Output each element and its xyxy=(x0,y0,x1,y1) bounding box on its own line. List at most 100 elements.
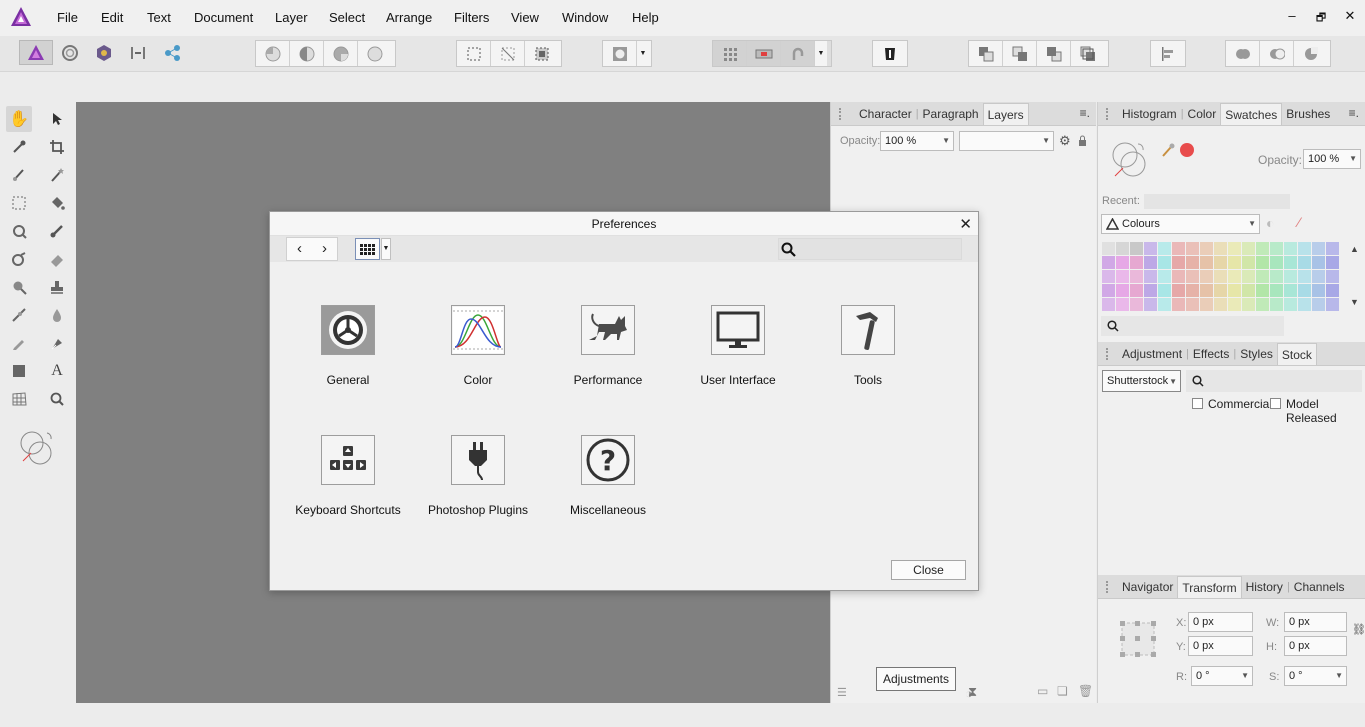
swatch[interactable] xyxy=(1242,298,1255,311)
move-to-back-button[interactable] xyxy=(969,41,1003,66)
eyedropper-icon[interactable] xyxy=(1160,142,1176,158)
swatch[interactable] xyxy=(1270,242,1283,255)
swatch[interactable] xyxy=(1312,284,1325,297)
swatch[interactable] xyxy=(1186,270,1199,283)
panel-grip[interactable] xyxy=(1106,348,1112,360)
grid-view-dropdown[interactable]: ▼ xyxy=(381,238,391,260)
swatch[interactable] xyxy=(1158,298,1171,311)
swatch[interactable] xyxy=(1270,256,1283,269)
swatch[interactable] xyxy=(1130,242,1143,255)
develop-persona-button[interactable] xyxy=(87,40,121,65)
swatch[interactable] xyxy=(1298,242,1311,255)
pref-color[interactable]: Color xyxy=(418,305,538,387)
menu-document[interactable]: Document xyxy=(194,10,253,25)
swatch[interactable] xyxy=(1298,298,1311,311)
swatch[interactable] xyxy=(1186,242,1199,255)
swatch[interactable] xyxy=(1144,284,1157,297)
swatch[interactable] xyxy=(1144,298,1157,311)
zoom-tool[interactable] xyxy=(44,386,70,412)
swatch[interactable] xyxy=(1186,284,1199,297)
shear-field[interactable]: 0 ° ▼ xyxy=(1284,666,1347,686)
swatch[interactable] xyxy=(1284,270,1297,283)
intersect-button[interactable] xyxy=(1294,41,1328,66)
selection-brush-tool[interactable] xyxy=(6,162,32,188)
swatch[interactable] xyxy=(1200,256,1213,269)
stock-search-field[interactable] xyxy=(1186,370,1362,392)
flood-select-tool[interactable] xyxy=(44,162,70,188)
menu-filters[interactable]: Filters xyxy=(454,10,489,25)
rectangle-tool[interactable] xyxy=(6,358,32,384)
stock-provider-dropdown[interactable]: Shutterstock ▼ xyxy=(1102,370,1181,392)
swatch[interactable] xyxy=(1158,256,1171,269)
mode-button-4[interactable] xyxy=(358,41,392,66)
tab-character[interactable]: Character xyxy=(855,103,916,125)
align-button[interactable] xyxy=(1151,41,1185,66)
force-pixel-alignment-button[interactable] xyxy=(747,41,781,66)
tab-transform[interactable]: Transform xyxy=(1177,575,1242,598)
tab-adjustment[interactable]: Adjustment xyxy=(1118,343,1186,365)
swatch[interactable] xyxy=(1214,284,1227,297)
palette-options-icon[interactable]: ◐ xyxy=(1266,215,1274,231)
restore-button[interactable]: 🗗 xyxy=(1311,9,1331,28)
affinity-photo-logo[interactable] xyxy=(10,6,32,28)
layers-opacity-field[interactable]: 100 % ▼ xyxy=(880,131,954,151)
swatch[interactable] xyxy=(1186,256,1199,269)
y-field[interactable]: 0 px xyxy=(1188,636,1253,656)
forward-button[interactable]: › xyxy=(312,238,337,260)
swatch[interactable] xyxy=(1116,256,1129,269)
quick-mask-button[interactable] xyxy=(603,41,637,66)
swatch[interactable] xyxy=(1298,256,1311,269)
layers-stack-icon[interactable]: ☰ xyxy=(837,686,847,699)
tab-history[interactable]: History xyxy=(1242,576,1287,598)
link-icon[interactable]: ⛓ xyxy=(1352,623,1365,636)
clone-tool[interactable] xyxy=(44,274,70,300)
tab-brushes[interactable]: Brushes xyxy=(1282,103,1334,125)
snapping-dropdown[interactable]: ▼ xyxy=(815,41,827,66)
close-icon[interactable]: ✕ xyxy=(959,215,972,233)
swatch[interactable] xyxy=(1116,284,1129,297)
menu-help[interactable]: Help xyxy=(632,10,659,25)
swatch[interactable] xyxy=(1172,284,1185,297)
swatch[interactable] xyxy=(1228,270,1241,283)
tab-styles[interactable]: Styles xyxy=(1236,343,1277,365)
swatch[interactable] xyxy=(1270,298,1283,311)
menu-select[interactable]: Select xyxy=(329,10,365,25)
swatch[interactable] xyxy=(1326,256,1339,269)
move-to-front-button[interactable] xyxy=(1071,41,1105,66)
swatch[interactable] xyxy=(1102,270,1115,283)
mode-button-3[interactable] xyxy=(324,41,358,66)
smudge-tool[interactable] xyxy=(6,246,32,272)
assistant-button[interactable] xyxy=(873,41,907,66)
swatch[interactable] xyxy=(1172,270,1185,283)
swatch[interactable] xyxy=(1284,242,1297,255)
tab-swatches[interactable]: Swatches xyxy=(1220,102,1283,125)
swatch[interactable] xyxy=(1228,242,1241,255)
pref-general[interactable]: General xyxy=(288,305,408,387)
model-released-checkbox[interactable] xyxy=(1270,398,1281,409)
tab-channels[interactable]: Channels xyxy=(1290,576,1349,598)
menu-file[interactable]: File xyxy=(57,10,78,25)
panel-grip[interactable] xyxy=(1106,108,1112,120)
swatch[interactable] xyxy=(1270,270,1283,283)
swatch[interactable] xyxy=(1172,256,1185,269)
menu-view[interactable]: View xyxy=(511,10,539,25)
color-selector[interactable] xyxy=(16,426,58,468)
swatch[interactable] xyxy=(1256,284,1269,297)
swatch[interactable] xyxy=(1228,256,1241,269)
swatch[interactable] xyxy=(1116,270,1129,283)
swatch[interactable] xyxy=(1102,298,1115,311)
erase-tool[interactable] xyxy=(44,246,70,272)
color-picker-tool[interactable] xyxy=(6,134,32,160)
mode-button-1[interactable] xyxy=(256,41,290,66)
swatch[interactable] xyxy=(1116,242,1129,255)
preferences-search-field[interactable] xyxy=(778,238,962,260)
swatch[interactable] xyxy=(1298,284,1311,297)
swatch[interactable] xyxy=(1284,256,1297,269)
swatch[interactable] xyxy=(1214,298,1227,311)
liquify-persona-button[interactable] xyxy=(53,40,87,65)
add-button[interactable] xyxy=(1226,41,1260,66)
swatch[interactable] xyxy=(1242,284,1255,297)
panel-grip[interactable] xyxy=(1106,581,1112,593)
swatch-opacity-field[interactable]: 100 % ▼ xyxy=(1303,149,1361,169)
swatch[interactable] xyxy=(1312,298,1325,311)
